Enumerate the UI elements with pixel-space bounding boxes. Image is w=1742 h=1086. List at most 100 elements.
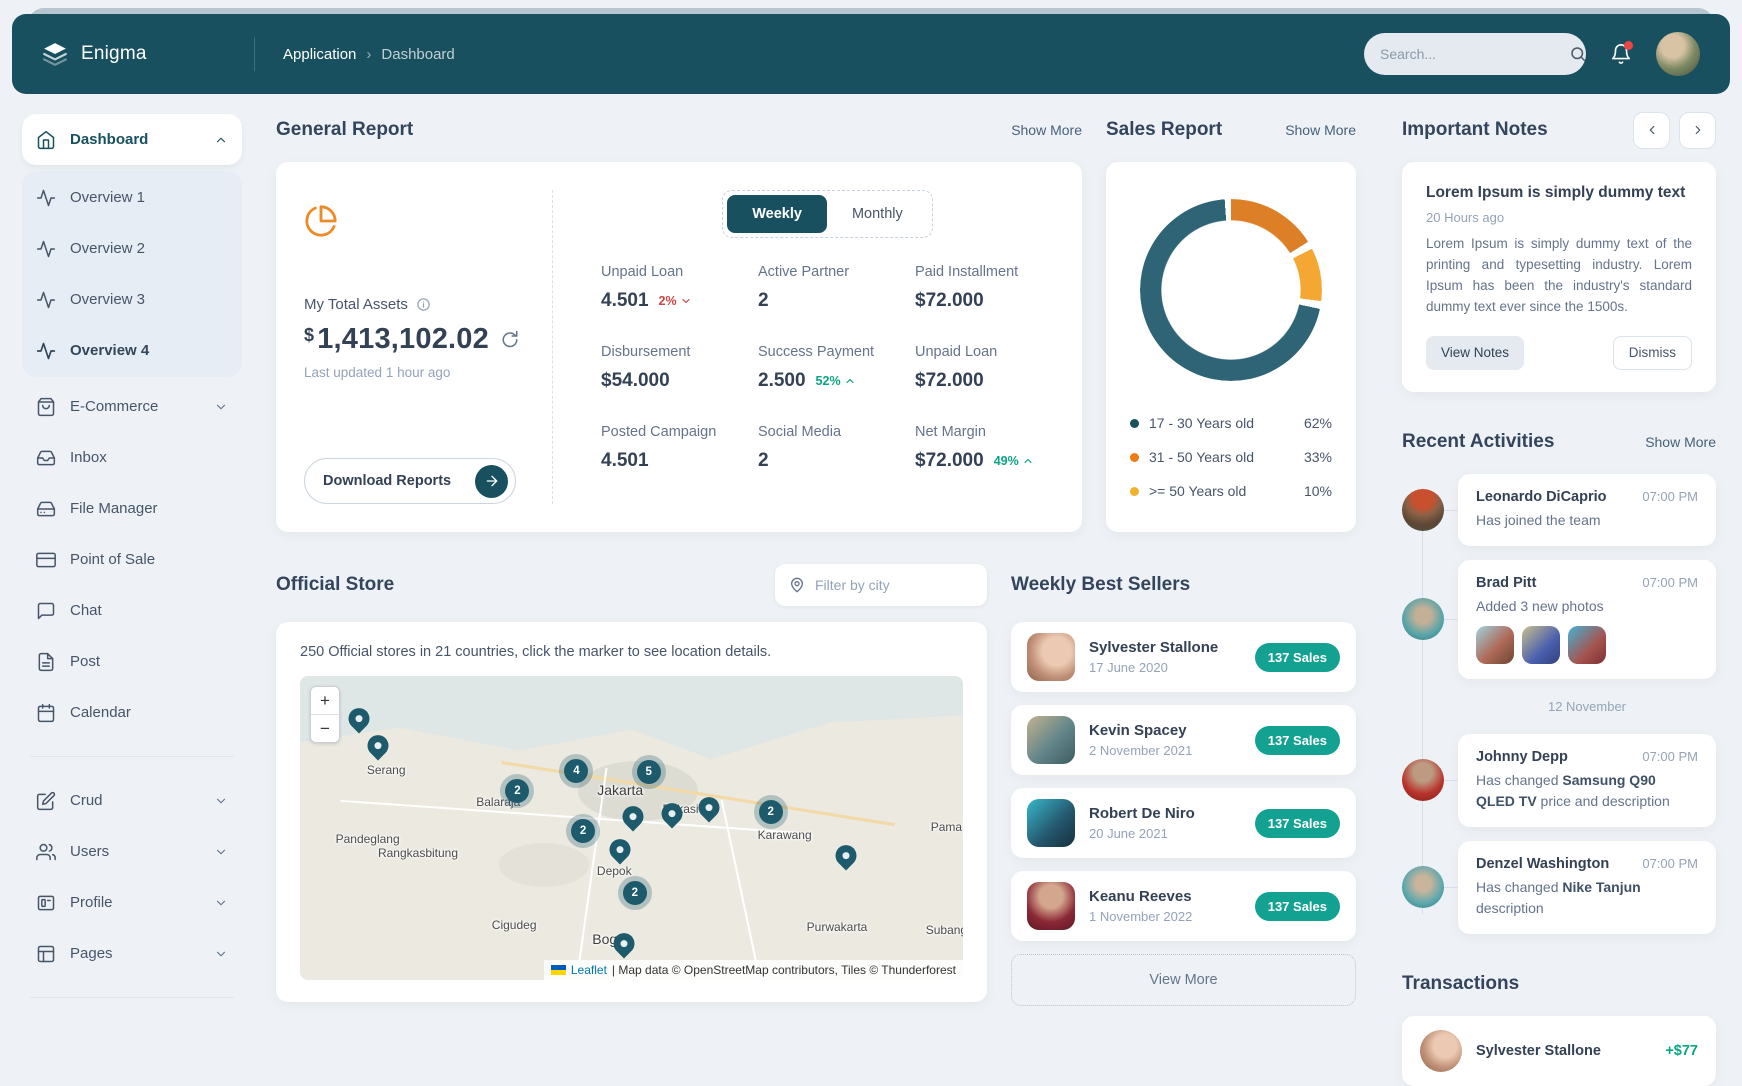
breadcrumb-application[interactable]: Application (283, 46, 356, 63)
dismiss-button[interactable]: Dismiss (1613, 336, 1692, 370)
legend-dot (1130, 419, 1139, 428)
photo-thumbnail[interactable] (1568, 626, 1606, 664)
stat-label: Unpaid Loan (601, 264, 740, 280)
seller-row-spacey[interactable]: Kevin Spacey 2 November 2021 137 Sales (1011, 705, 1356, 775)
map-cluster-marker[interactable]: 2 (759, 800, 783, 824)
activity-johnny[interactable]: Johnny Depp 07:00 PM Has changed Samsung… (1458, 734, 1716, 827)
refresh-icon[interactable] (501, 330, 519, 348)
notes-next-button[interactable] (1679, 112, 1716, 149)
map-pin-marker[interactable] (831, 841, 861, 871)
user-avatar[interactable] (1656, 32, 1700, 76)
legend-row-50-plus: >= 50 Years old 10% (1130, 474, 1332, 508)
sidebar-item-post[interactable]: Post (22, 636, 242, 687)
sidebar-item-dashboard[interactable]: Dashboard (22, 114, 242, 165)
legend-dot (1130, 487, 1139, 496)
seller-photo (1027, 716, 1075, 764)
sales-count-badge[interactable]: 137 Sales (1255, 726, 1340, 755)
map-cluster-marker[interactable]: 2 (571, 819, 595, 843)
activity-brad[interactable]: Brad Pitt 07:00 PM Added 3 new photos (1458, 560, 1716, 679)
topbar-actions (1364, 32, 1700, 76)
seller-date: 1 November 2022 (1089, 909, 1192, 924)
sidebar-item-overview-3[interactable]: Overview 3 (22, 274, 242, 325)
store-map[interactable]: + − Serang Jakarta Bekasi Karawang Pande… (300, 676, 963, 980)
map-pin-marker[interactable] (363, 730, 393, 760)
section-title: Weekly Best Sellers (1011, 574, 1190, 596)
map-pin-marker[interactable] (605, 835, 635, 865)
activity-leonardo[interactable]: Leonardo DiCaprio 07:00 PM Has joined th… (1458, 474, 1716, 546)
map-cluster-marker[interactable]: 5 (637, 760, 661, 784)
seller-row-deniro[interactable]: Robert De Niro 20 June 2021 137 Sales (1011, 788, 1356, 858)
download-reports-button[interactable]: Download Reports (304, 458, 516, 504)
map-cluster-marker[interactable]: 4 (564, 759, 588, 783)
activity-name: Leonardo DiCaprio (1476, 489, 1607, 505)
breadcrumb-dashboard[interactable]: Dashboard (381, 46, 454, 63)
seller-row-reeves[interactable]: Keanu Reeves 1 November 2022 137 Sales (1011, 871, 1356, 941)
stat-label: Posted Campaign (601, 424, 740, 440)
map-zoom-control: + − (310, 686, 340, 743)
message-square-icon (36, 601, 56, 621)
search-icon[interactable] (1569, 45, 1587, 63)
monthly-tab[interactable]: Monthly (827, 195, 928, 233)
map-zoom-in-button[interactable]: + (311, 687, 339, 714)
photo-thumbnail[interactable] (1476, 626, 1514, 664)
filter-by-city-box[interactable] (775, 564, 987, 606)
sidebar-item-pages[interactable]: Pages (22, 928, 242, 979)
brand[interactable]: Enigma (42, 41, 254, 67)
transaction-row-stallone[interactable]: Sylvester Stallone +$77 (1402, 1016, 1716, 1086)
info-icon[interactable] (416, 297, 431, 312)
activities-show-more[interactable]: Show More (1645, 434, 1716, 450)
sidebar-item-overview-2[interactable]: Overview 2 (22, 223, 242, 274)
filter-by-city-input[interactable] (815, 577, 973, 593)
seller-name: Keanu Reeves (1089, 888, 1192, 905)
sidebar-item-inbox[interactable]: Inbox (22, 432, 242, 483)
sales-count-badge[interactable]: 137 Sales (1255, 892, 1340, 921)
stat-value: 2 (758, 450, 769, 472)
view-more-button[interactable]: View More (1011, 954, 1356, 1006)
sales-report-show-more[interactable]: Show More (1285, 122, 1356, 138)
sales-report-header: Sales Report Show More (1106, 114, 1356, 146)
delta-text: 52% (816, 374, 841, 388)
map-cluster-marker[interactable]: 2 (623, 881, 647, 905)
trend-up-badge: 49% (994, 454, 1034, 468)
notes-nav (1633, 112, 1716, 149)
total-assets-label: My Total Assets (304, 296, 408, 313)
sidebar-item-calendar[interactable]: Calendar (22, 687, 242, 738)
store-description: 250 Official stores in 21 countries, cli… (300, 644, 963, 660)
sales-report-card: 17 - 30 Years old 62% 31 - 50 Years old … (1106, 162, 1356, 532)
map-zoom-out-button[interactable]: − (311, 715, 339, 742)
sidebar-item-users[interactable]: Users (22, 826, 242, 877)
sales-count-badge[interactable]: 137 Sales (1255, 643, 1340, 672)
leaflet-link[interactable]: Leaflet (571, 963, 607, 977)
sidebar-item-profile[interactable]: Profile (22, 877, 242, 928)
sidebar-item-overview-4[interactable]: Overview 4 (22, 325, 242, 376)
sidebar: Dashboard Overview 1 Overview 2 Overview… (0, 94, 258, 1086)
view-notes-button[interactable]: View Notes (1426, 336, 1524, 370)
sales-count-badge[interactable]: 137 Sales (1255, 809, 1340, 838)
sidebar-label: Overview 3 (70, 291, 145, 308)
photo-thumbnail[interactable] (1522, 626, 1560, 664)
stat-value: $54.000 (601, 370, 670, 392)
notes-prev-button[interactable] (1633, 112, 1670, 149)
sidebar-label: Post (70, 653, 100, 670)
transaction-name: Sylvester Stallone (1476, 1043, 1601, 1059)
seller-date: 17 June 2020 (1089, 660, 1218, 675)
age-donut-chart[interactable] (1140, 199, 1322, 381)
search-box[interactable] (1364, 33, 1586, 75)
topbar-divider (254, 37, 255, 71)
sidebar-item-file-manager[interactable]: File Manager (22, 483, 242, 534)
activity-denzel[interactable]: Denzel Washington 07:00 PM Has changed N… (1458, 841, 1716, 934)
trend-down-badge: 2% (659, 294, 692, 308)
weekly-tab[interactable]: Weekly (727, 195, 827, 233)
activity-icon (36, 341, 56, 361)
sidebar-item-chat[interactable]: Chat (22, 585, 242, 636)
sidebar-item-overview-1[interactable]: Overview 1 (22, 172, 242, 223)
search-input[interactable] (1380, 46, 1561, 62)
sidebar-item-point-of-sale[interactable]: Point of Sale (22, 534, 242, 585)
seller-row-stallone[interactable]: Sylvester Stallone 17 June 2020 137 Sale… (1011, 622, 1356, 692)
map-cluster-marker[interactable]: 2 (505, 779, 529, 803)
sidebar-item-crud[interactable]: Crud (22, 775, 242, 826)
notifications-button[interactable] (1610, 43, 1632, 65)
map-label-purwakarta: Purwakarta (807, 920, 868, 934)
general-report-show-more[interactable]: Show More (1011, 122, 1082, 138)
sidebar-item-ecommerce[interactable]: E-Commerce (22, 381, 242, 432)
